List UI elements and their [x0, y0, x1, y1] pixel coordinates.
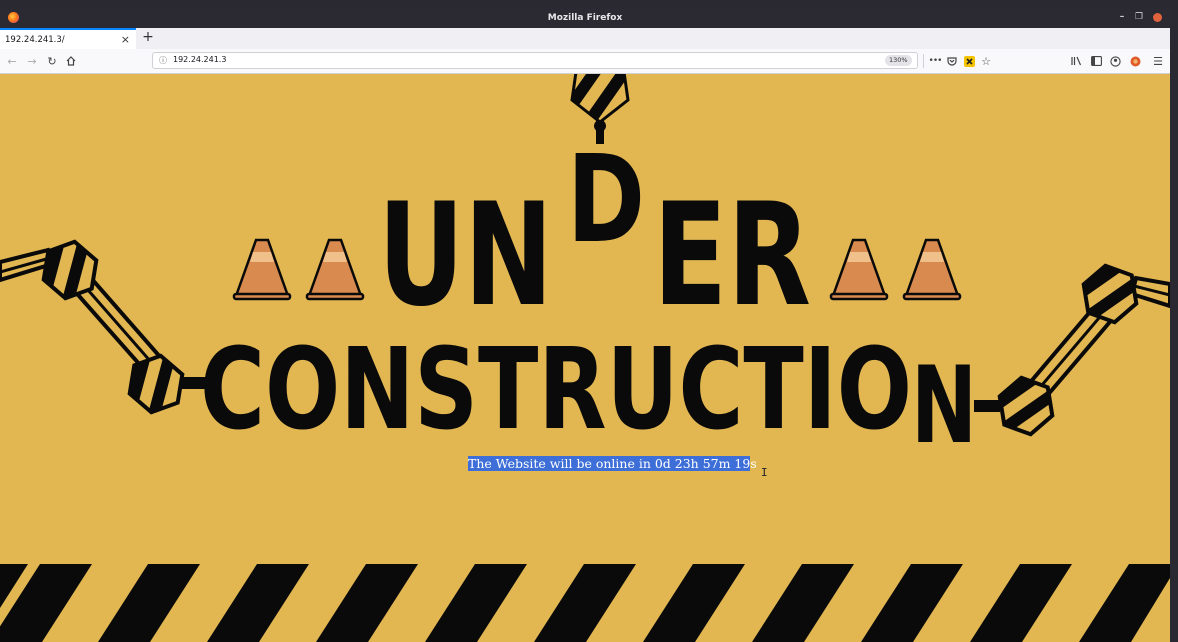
tab-close-icon[interactable]: × [121, 33, 130, 46]
pocket-icon[interactable] [945, 53, 959, 69]
page-viewport: UN D ER CONSTRUCTIO N The Website will b… [0, 74, 1170, 642]
bookmark-star-icon[interactable]: ☆ [979, 53, 993, 69]
site-info-icon[interactable]: ⓘ [159, 55, 167, 66]
countdown-text: The Website will be online in 0d 23h 57m… [468, 456, 757, 472]
tab-current[interactable]: 192.24.241.3/ × [0, 28, 136, 49]
library-icon[interactable] [1069, 53, 1083, 69]
heading-er: ER [653, 173, 811, 338]
forward-icon[interactable]: → [25, 53, 39, 69]
back-icon[interactable]: ← [5, 53, 19, 69]
close-window-button[interactable] [1151, 11, 1163, 23]
menu-hamburger-icon[interactable]: ☰ [1151, 53, 1165, 69]
window-title: Mozilla Firefox [547, 12, 623, 23]
window-edge [1170, 74, 1178, 642]
tab-label: 192.24.241.3/ [5, 34, 65, 45]
window-titlebar: Mozilla Firefox – ❐ [0, 7, 1170, 28]
account-icon[interactable] [1108, 53, 1122, 69]
traffic-cones-right [829, 238, 962, 301]
restore-icon[interactable]: ❐ [1133, 11, 1145, 23]
sidebar-icon[interactable] [1089, 53, 1103, 69]
traffic-cones-left [232, 238, 365, 301]
tab-strip: 192.24.241.3/ × + [0, 28, 1170, 50]
right-crane-arm-graphic [974, 263, 1170, 437]
countdown-selected-text: The Website will be online in 0d 23h 57m… [468, 456, 751, 471]
text-cursor-icon: I [761, 466, 768, 479]
new-tab-button[interactable]: + [141, 29, 155, 45]
countdown-trailing-text: s [750, 456, 757, 471]
toolbar-divider [923, 54, 924, 68]
close-icon [1152, 12, 1162, 22]
page-actions-icon[interactable]: ••• [928, 53, 943, 69]
extension-shield-icon[interactable] [1128, 53, 1142, 69]
navigation-toolbar: ← → ↻ ⓘ 192.24.241.3 130% ••• ☆ ☰ [0, 49, 1170, 74]
left-crane-arm-graphic [0, 239, 206, 415]
under-construction-artwork: UN D ER CONSTRUCTIO N [0, 74, 1170, 642]
reload-icon[interactable]: ↻ [45, 53, 59, 69]
heading-d-raised: D [567, 131, 645, 270]
url-text[interactable]: 192.24.241.3 [173, 55, 226, 64]
url-bar[interactable]: ⓘ 192.24.241.3 130% [152, 52, 918, 69]
heading-constructio: CONSTRUCTIO [200, 325, 912, 455]
firefox-icon [8, 12, 19, 23]
heading-n-dropped: N [911, 344, 977, 467]
heading-un: UN [378, 173, 553, 338]
extension-x-icon[interactable] [962, 53, 976, 69]
zoom-level-badge[interactable]: 130% [885, 55, 912, 66]
hazard-stripes-graphic [0, 564, 1170, 642]
home-icon[interactable] [64, 53, 78, 69]
minimize-icon[interactable]: – [1116, 11, 1128, 23]
